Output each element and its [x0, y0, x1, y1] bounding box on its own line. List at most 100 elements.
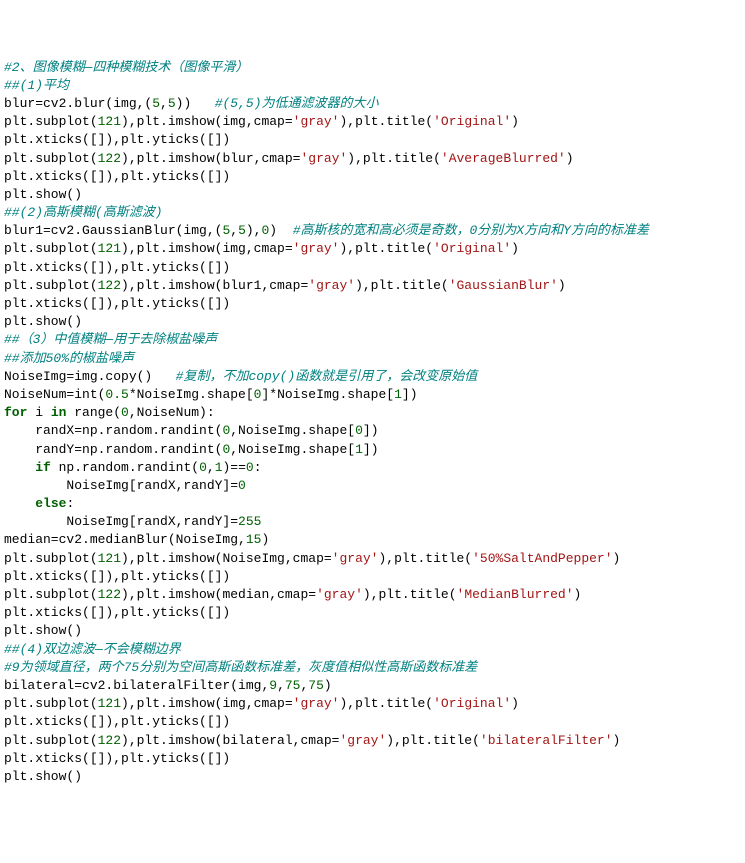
code-token: if: [35, 460, 51, 475]
code-token: ): [558, 278, 566, 293]
code-token: plt.xticks([]),plt.yticks([]): [4, 751, 230, 766]
code-line: ##(4)双边滤波—不会模糊边界: [4, 641, 741, 659]
code-token: 255: [238, 514, 261, 529]
code-token: plt.xticks([]),plt.yticks([]): [4, 260, 230, 275]
code-token: ): [574, 587, 582, 602]
code-token: 1: [394, 387, 402, 402]
code-token: blur1=cv2.GaussianBlur(img,(: [4, 223, 222, 238]
code-token: NoiseImg[randX,randY]=: [4, 478, 238, 493]
code-line: ##添加50%的椒盐噪声: [4, 350, 741, 368]
code-token: )): [176, 96, 215, 111]
code-token: 'gray': [293, 696, 340, 711]
code-token: 'Original': [433, 114, 511, 129]
code-token: ),plt.title(: [339, 241, 433, 256]
code-token: ]): [363, 423, 379, 438]
code-token: 0: [246, 460, 254, 475]
code-token: ,: [230, 223, 238, 238]
code-token: 121: [98, 551, 121, 566]
code-token: ]*NoiseImg.shape[: [261, 387, 394, 402]
code-token: blur=cv2.blur(img,(: [4, 96, 152, 111]
code-token: :: [66, 496, 74, 511]
code-token: ),plt.title(: [378, 551, 472, 566]
code-line: else:: [4, 495, 741, 513]
code-token: ),plt.title(: [339, 114, 433, 129]
code-line: plt.subplot(122),plt.imshow(median,cmap=…: [4, 586, 741, 604]
code-block: #2、图像模糊—四种模糊技术（图像平滑） ##(1)平均 blur=cv2.blur…: [4, 59, 741, 787]
code-line: plt.xticks([]),plt.yticks([]): [4, 750, 741, 768]
code-token: 122: [98, 278, 121, 293]
code-token: ),plt.title(: [386, 733, 480, 748]
code-token: [4, 460, 35, 475]
code-token: np.random.randint(: [51, 460, 199, 475]
code-token: [4, 496, 35, 511]
code-token: 'bilateralFilter': [480, 733, 613, 748]
code-token: #高斯核的宽和高必须是奇数，0分别为X方向和Y方向的标准差: [293, 223, 649, 238]
code-token: 'gray': [293, 241, 340, 256]
code-token: *NoiseImg.shape[: [129, 387, 254, 402]
code-line: NoiseImg[randX,randY]=0: [4, 477, 741, 495]
code-token: 0: [355, 423, 363, 438]
code-token: ]): [402, 387, 418, 402]
code-token: plt.xticks([]),plt.yticks([]): [4, 714, 230, 729]
code-token: 1: [215, 460, 223, 475]
code-token: ,: [277, 678, 285, 693]
code-token: ]): [363, 442, 379, 457]
code-line: plt.show(): [4, 622, 741, 640]
code-line: ##(2)高斯模糊(高斯滤波): [4, 204, 741, 222]
code-token: 'gray': [300, 151, 347, 166]
code-token: ##(2)高斯模糊(高斯滤波): [4, 205, 163, 220]
code-line: ##（3）中值模糊—用于去除椒盐噪声: [4, 331, 741, 349]
code-token: #2、图像模糊—四种模糊技术（图像平滑）: [4, 60, 248, 75]
code-token: for: [4, 405, 27, 420]
code-token: 'gray': [316, 587, 363, 602]
code-token: ##(4)双边滤波—不会模糊边界: [4, 642, 181, 657]
code-line: plt.show(): [4, 186, 741, 204]
code-token: ),plt.imshow(bilateral,cmap=: [121, 733, 339, 748]
code-token: 122: [98, 151, 121, 166]
code-token: 'Original': [433, 241, 511, 256]
code-token: 75: [308, 678, 324, 693]
code-token: ,NoiseNum):: [129, 405, 215, 420]
code-token: median=cv2.medianBlur(NoiseImg,: [4, 532, 246, 547]
code-line: #2、图像模糊—四种模糊技术（图像平滑）: [4, 59, 741, 77]
code-token: 'gray': [332, 551, 379, 566]
code-token: plt.subplot(: [4, 551, 98, 566]
code-token: #9为领域直径，两个75分别为空间高斯函数标准差，灰度值相似性高斯函数标准差: [4, 660, 477, 675]
code-token: plt.subplot(: [4, 587, 98, 602]
code-token: 75: [285, 678, 301, 693]
code-token: ),plt.title(: [363, 587, 457, 602]
code-token: 0: [199, 460, 207, 475]
code-token: range(: [66, 405, 121, 420]
code-token: ),plt.title(: [339, 696, 433, 711]
code-line: plt.subplot(121),plt.imshow(NoiseImg,cma…: [4, 550, 741, 568]
code-token: plt.subplot(: [4, 696, 98, 711]
code-token: 15: [246, 532, 262, 547]
code-line: plt.show(): [4, 768, 741, 786]
code-token: ),: [246, 223, 262, 238]
code-line: plt.subplot(122),plt.imshow(blur,cmap='g…: [4, 150, 741, 168]
code-token: ,NoiseImg.shape[: [230, 442, 355, 457]
code-token: ): [511, 241, 519, 256]
code-line: randX=np.random.randint(0,NoiseImg.shape…: [4, 422, 741, 440]
code-token: randY=np.random.randint(: [4, 442, 222, 457]
code-token: :: [254, 460, 262, 475]
code-line: plt.xticks([]),plt.yticks([]): [4, 713, 741, 731]
code-token: 'gray': [293, 114, 340, 129]
code-token: 121: [98, 114, 121, 129]
code-line: plt.xticks([]),plt.yticks([]): [4, 604, 741, 622]
code-token: ): [566, 151, 574, 166]
code-token: 'gray': [339, 733, 386, 748]
code-token: ),plt.title(: [347, 151, 441, 166]
code-token: ),plt.title(: [355, 278, 449, 293]
code-line: NoiseImg=img.copy() #复制，不加copy()函数就是引用了，…: [4, 368, 741, 386]
code-token: 5: [152, 96, 160, 111]
code-line: plt.xticks([]),plt.yticks([]): [4, 568, 741, 586]
code-line: NoiseNum=int(0.5*NoiseImg.shape[0]*Noise…: [4, 386, 741, 404]
code-line: blur=cv2.blur(img,(5,5)) #(5,5)为低通滤波器的大小: [4, 95, 741, 113]
code-line: randY=np.random.randint(0,NoiseImg.shape…: [4, 441, 741, 459]
code-line: plt.show(): [4, 313, 741, 331]
code-token: ##(1)平均: [4, 78, 69, 93]
code-token: ): [511, 696, 519, 711]
code-token: 'GaussianBlur': [449, 278, 558, 293]
code-token: 'MedianBlurred': [457, 587, 574, 602]
